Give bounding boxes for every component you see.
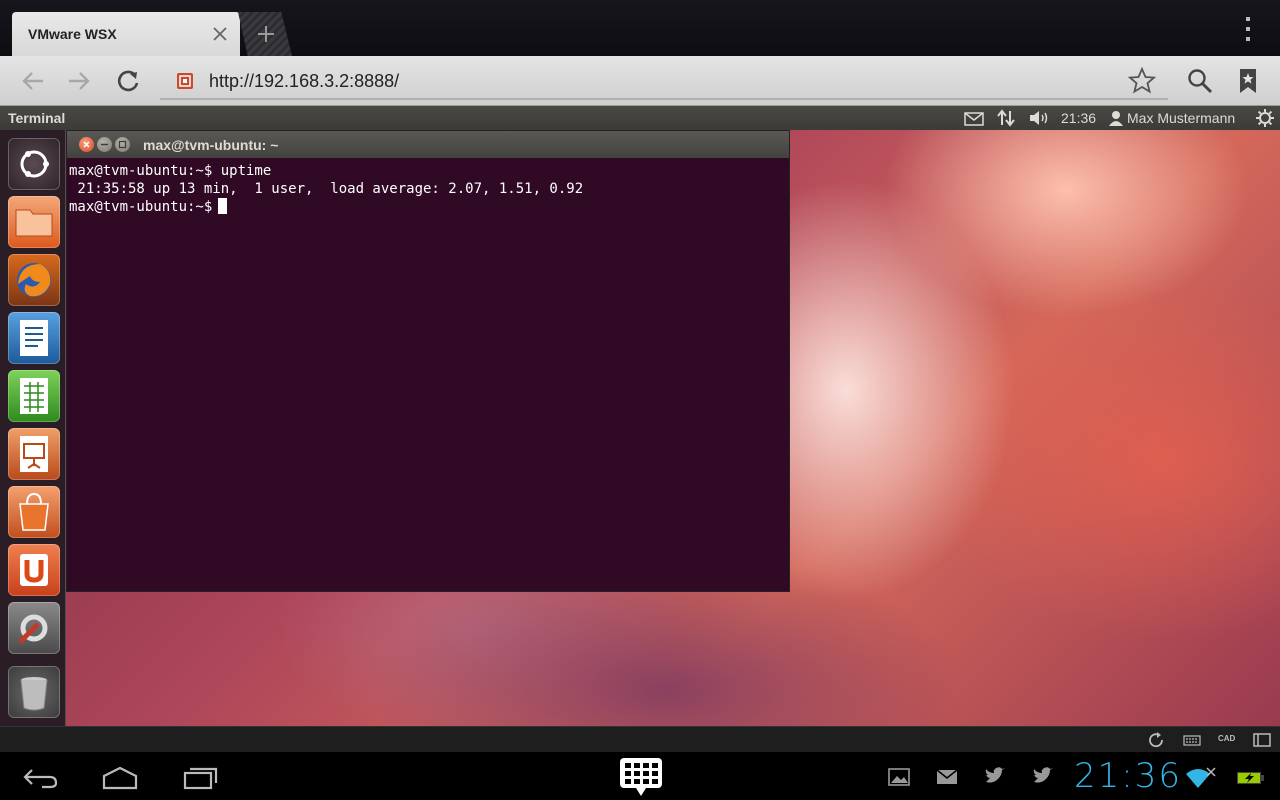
launcher-impress[interactable] bbox=[8, 428, 60, 480]
window-minimize-button[interactable] bbox=[97, 137, 112, 152]
launcher-dash[interactable] bbox=[8, 138, 60, 190]
maximize-icon bbox=[118, 140, 127, 149]
window-close-button[interactable] bbox=[79, 137, 94, 152]
twitter-notification-icon[interactable] bbox=[983, 762, 1007, 792]
close-icon[interactable] bbox=[210, 24, 230, 44]
mail-icon[interactable] bbox=[963, 108, 985, 128]
calc-icon bbox=[20, 378, 48, 414]
back-icon[interactable] bbox=[22, 762, 60, 792]
bookmarks-icon[interactable] bbox=[1233, 66, 1263, 96]
browser-tabstrip: VMware WSX bbox=[0, 0, 1280, 56]
site-favicon-icon bbox=[177, 73, 193, 89]
panel-clock[interactable]: 21:36 bbox=[1061, 110, 1096, 126]
firefox-icon bbox=[17, 263, 51, 297]
writer-icon bbox=[20, 320, 48, 356]
browser-tab[interactable]: VMware WSX bbox=[12, 12, 240, 56]
vm-control-bar: CAD bbox=[0, 726, 1280, 752]
launcher-trash[interactable] bbox=[8, 666, 60, 718]
tab-title: VMware WSX bbox=[28, 26, 117, 42]
trash-icon bbox=[20, 677, 48, 711]
terminal-line: 21:35:58 up 13 min, 1 user, load average… bbox=[69, 181, 584, 197]
files-icon bbox=[15, 209, 53, 237]
terminal-prompt-line[interactable]: max@tvm-ubuntu:~$ bbox=[69, 198, 787, 216]
url-bar[interactable]: http://192.168.3.2:8888/ bbox=[160, 64, 1168, 100]
volume-icon[interactable] bbox=[1027, 108, 1051, 128]
dash-home-icon bbox=[20, 150, 49, 178]
forward-icon[interactable] bbox=[64, 66, 94, 96]
remote-desktop[interactable]: Terminal 21:36 Max Mustermann max@tvm-ub… bbox=[0, 106, 1280, 726]
overflow-menu-icon[interactable] bbox=[1238, 14, 1258, 44]
url-text[interactable]: http://192.168.3.2:8888/ bbox=[209, 71, 399, 92]
terminal-title: max@tvm-ubuntu: ~ bbox=[143, 137, 279, 153]
software-center-icon bbox=[19, 492, 49, 531]
back-icon[interactable] bbox=[18, 66, 48, 96]
twitter-notification-icon[interactable] bbox=[1031, 762, 1055, 792]
system-settings-icon bbox=[18, 614, 48, 644]
gear-icon[interactable] bbox=[1255, 108, 1275, 128]
mail-notification-icon[interactable] bbox=[935, 762, 959, 792]
terminal-line: max@tvm-ubuntu:~$ uptime bbox=[69, 163, 272, 179]
close-icon bbox=[83, 141, 90, 148]
keyboard-icon[interactable] bbox=[1182, 731, 1202, 749]
battery-icon[interactable] bbox=[1235, 762, 1265, 792]
ubuntu-one-icon bbox=[20, 554, 48, 586]
reload-icon[interactable] bbox=[113, 66, 143, 96]
app-drawer-icon[interactable] bbox=[618, 756, 664, 798]
star-icon[interactable] bbox=[1127, 66, 1157, 96]
launcher-ubuntu-one[interactable] bbox=[8, 544, 60, 596]
terminal-window[interactable]: max@tvm-ubuntu: ~ max@tvm-ubuntu:~$ upti… bbox=[66, 130, 790, 592]
launcher-writer[interactable] bbox=[8, 312, 60, 364]
wifi-icon[interactable] bbox=[1183, 762, 1217, 792]
terminal-prompt: max@tvm-ubuntu:~$ bbox=[69, 199, 213, 215]
terminal-output[interactable]: max@tvm-ubuntu:~$ uptime 21:35:58 up 13 … bbox=[67, 158, 789, 591]
system-clock[interactable]: 21:36 bbox=[1074, 756, 1182, 796]
launcher-files[interactable] bbox=[8, 196, 60, 248]
window-maximize-button[interactable] bbox=[115, 137, 130, 152]
launcher-calc[interactable] bbox=[8, 370, 60, 422]
android-system-bar: 21:36 bbox=[0, 752, 1280, 800]
unity-launcher bbox=[0, 130, 66, 726]
terminal-titlebar[interactable]: max@tvm-ubuntu: ~ bbox=[67, 131, 789, 158]
plus-icon[interactable] bbox=[256, 20, 276, 48]
panel-user-name[interactable]: Max Mustermann bbox=[1127, 110, 1235, 126]
home-icon[interactable] bbox=[101, 762, 139, 792]
launcher-system-settings[interactable] bbox=[8, 602, 60, 654]
ctrl-alt-del-button[interactable]: CAD bbox=[1218, 734, 1235, 743]
sidebar-toggle-icon[interactable] bbox=[1252, 731, 1272, 749]
minimize-icon bbox=[101, 143, 108, 146]
impress-icon bbox=[20, 436, 48, 472]
gallery-notification-icon[interactable] bbox=[887, 762, 911, 792]
launcher-software-center[interactable] bbox=[8, 486, 60, 538]
launcher-firefox[interactable] bbox=[8, 254, 60, 306]
search-icon[interactable] bbox=[1185, 66, 1215, 96]
active-app-title: Terminal bbox=[8, 110, 66, 126]
user-icon bbox=[1109, 111, 1123, 126]
terminal-cursor bbox=[218, 198, 228, 214]
network-icon[interactable] bbox=[995, 108, 1017, 128]
browser-toolbar: http://192.168.3.2:8888/ bbox=[0, 56, 1280, 106]
recent-apps-icon[interactable] bbox=[182, 762, 220, 792]
ubuntu-top-panel: Terminal 21:36 Max Mustermann bbox=[0, 106, 1280, 130]
rotate-icon[interactable] bbox=[1147, 731, 1167, 749]
